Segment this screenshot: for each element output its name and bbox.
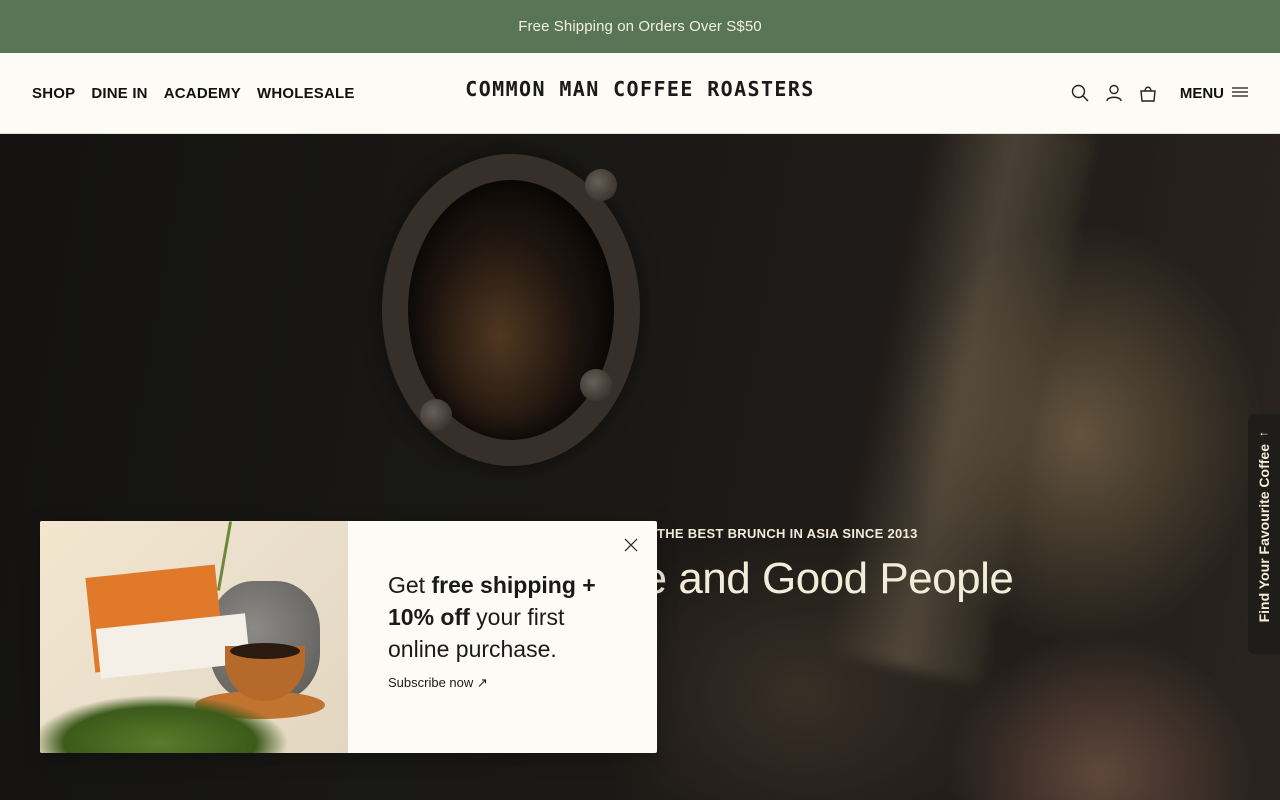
nav-item-shop[interactable]: SHOP	[32, 85, 75, 102]
site-logo[interactable]: COMMON MAN COFFEE ROASTERS	[459, 79, 821, 99]
search-icon[interactable]	[1070, 83, 1090, 103]
popup-headline-prefix: Get	[388, 572, 432, 598]
nav-item-wholesale[interactable]: WHOLESALE	[257, 85, 355, 102]
hamburger-icon	[1232, 85, 1248, 102]
hero-title-text: e and Good People	[642, 554, 1014, 603]
plant-stem-decoration	[216, 521, 233, 591]
popup-product-image	[40, 521, 348, 753]
cart-icon[interactable]	[1138, 83, 1158, 103]
arrow-left-icon: ←	[1258, 425, 1270, 439]
moss-decoration	[40, 673, 348, 753]
account-icon[interactable]	[1104, 83, 1124, 103]
subscribe-link[interactable]: Subscribe now ↗	[388, 675, 617, 691]
nav-item-academy[interactable]: ACADEMY	[164, 85, 241, 102]
newsletter-popup: Get free shipping + 10% off your first o…	[40, 521, 657, 753]
side-tab-label: Find Your Favourite Coffee	[1256, 444, 1272, 623]
menu-label: MENU	[1179, 84, 1224, 102]
announcement-text: Free Shipping on Orders Over S$50	[518, 18, 762, 35]
popup-body: Get free shipping + 10% off your first o…	[348, 521, 657, 753]
find-coffee-side-tab[interactable]: ← Find Your Favourite Coffee	[1248, 414, 1280, 654]
menu-button[interactable]: MENU	[1180, 85, 1248, 102]
popup-headline: Get free shipping + 10% off your first o…	[388, 569, 617, 665]
announcement-bar: Free Shipping on Orders Over S$50	[0, 0, 1280, 53]
header-actions: MENU	[1070, 53, 1248, 133]
nav-item-dine-in[interactable]: DINE IN	[91, 85, 147, 102]
hero-eyebrow-text: THE BEST BRUNCH IN ASIA SINCE 2013	[657, 526, 918, 541]
site-header: SHOP DINE IN ACADEMY WHOLESALE COMMON MA…	[0, 53, 1280, 134]
primary-nav: SHOP DINE IN ACADEMY WHOLESALE	[32, 53, 355, 133]
coffee-decoration	[230, 643, 300, 659]
close-icon[interactable]	[623, 537, 641, 555]
